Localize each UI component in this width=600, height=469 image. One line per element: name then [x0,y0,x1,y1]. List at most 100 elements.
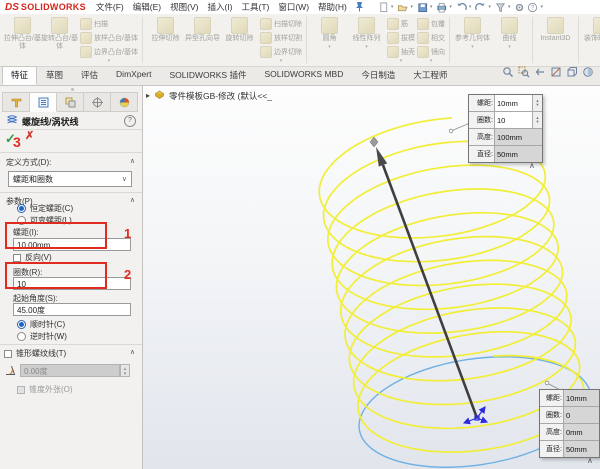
revolutions-callout-label: 圈数: [469,112,495,128]
dropdown-caret-icon[interactable]: ▾ [449,4,452,10]
selection-filter-icon[interactable] [495,2,506,13]
menu-view[interactable]: 视图(V) [170,1,198,13]
zoom-to-area-icon[interactable] [518,65,530,83]
taper-helix-checkbox[interactable]: 锥形螺纹线(T) [4,348,66,359]
tab-evaluate[interactable]: 评估 [72,66,107,85]
linear-pattern-button[interactable]: 线性阵列▾ [348,17,385,51]
menu-window[interactable]: 窗口(W) [278,1,309,13]
pitch-callout-value[interactable]: 10mm [495,95,532,111]
dropdown-caret-icon[interactable]: ▾ [430,4,433,10]
cancel-button[interactable]: ✗ [25,129,34,142]
collapse-top-callout-icon[interactable]: ∧ [529,161,535,170]
reference-geometry-button[interactable]: 参考几何体▾ [454,17,491,51]
define-by-dropdown[interactable]: 螺距和圈数 ∨ [8,171,132,187]
collapse-taper-icon[interactable]: ∧ [130,348,135,356]
redo-icon[interactable] [475,2,486,13]
revolutions-callout-value[interactable]: 10 [495,112,532,128]
pin-icon[interactable] [355,1,364,14]
annotation-1: 1 [124,226,131,241]
previous-view-icon[interactable] [534,65,546,83]
extrude-boss-button[interactable]: 拉伸凸台/基体 [4,17,41,51]
spinner-icon[interactable]: ▲▼ [532,95,542,111]
tab-senior-engineer[interactable]: 大工程师 [404,66,456,85]
dropdown-caret-icon[interactable]: ▾ [508,4,511,10]
mirror-button[interactable]: 镜向 [417,45,445,59]
help-icon[interactable]: ? [527,2,538,13]
dimxpertmanager-tab[interactable] [84,92,111,112]
section-view-icon[interactable] [550,65,562,83]
print-icon[interactable] [436,2,447,13]
rib-button[interactable]: 筋 [387,17,415,31]
define-by-label: 定义方式(D): [6,157,51,168]
intersect-button[interactable]: 相交 [417,31,445,45]
shell-button[interactable]: 抽壳 [387,45,415,59]
tab-today-manufacturing[interactable]: 今日制造 [352,66,404,85]
dropdown-caret-icon[interactable]: ▾ [488,4,491,10]
configurationmanager-tab[interactable] [57,92,84,112]
display-style-icon[interactable] [582,65,594,83]
boundary-boss-button[interactable]: 边界凸台/基体 [80,45,138,59]
tab-features[interactable]: 特征 [2,66,37,85]
menu-items: 文件(F) 编辑(E) 视图(V) 插入(I) 工具(T) 窗口(W) 帮助(H) [96,1,347,13]
tab-sketch[interactable]: 草图 [37,66,72,85]
wrap-button[interactable]: 包覆 [417,17,445,31]
solidworks-window: DS SOLIDWORKS 文件(F)编辑(E)视图(V)插入(I)工具(T)窗… [0,0,600,469]
fillet-button[interactable]: 圆角▾ [311,17,348,51]
propertymanager-tab[interactable] [30,92,57,112]
dropdown-caret-icon: ▾ [80,59,138,65]
instant3d-button[interactable]: Instant3D [537,17,574,43]
draft-button[interactable]: 拔模 [387,31,415,45]
dropdown-caret-icon[interactable]: ▾ [391,4,394,10]
curves-button[interactable]: 曲线▾ [491,17,528,51]
options-icon[interactable] [514,2,525,13]
open-icon[interactable] [397,2,408,13]
view-orientation-icon[interactable] [566,65,578,83]
spinner-icon[interactable]: ▲▼ [532,112,542,128]
collapse-parameters-icon[interactable]: ∧ [130,196,135,204]
menu-insert[interactable]: 插入(I) [207,1,232,13]
dropdown-caret-icon[interactable]: ▾ [469,4,472,10]
menu-tools[interactable]: 工具(T) [241,1,269,13]
clockwise-radio[interactable]: 顺时针(C) [17,319,65,330]
revolve-boss-button[interactable]: 旋转凸台/基体 [41,17,78,51]
loft-boss-button[interactable]: 放样凸台/基体 [80,31,138,45]
start-angle-input[interactable]: 45.00度 [13,303,131,316]
constant-pitch-radio[interactable]: 恒定螺距(C) [17,203,73,214]
graphics-area[interactable]: ▸ 零件模板GB-修改 (默认<<_ 螺距:10mm▲▼圈数:10▲▼高度:10… [143,86,600,469]
boundary-cut-button[interactable]: 边界切除 [260,45,302,59]
revolve-cut-button[interactable]: 旋转切除 [221,17,258,43]
ribbon-group: Instant3D [533,17,579,63]
tab-dimxpert[interactable]: DimXpert [107,66,160,85]
featuremanager-tab[interactable] [2,92,30,112]
taper-angle-spinner: ▲▼ [120,364,130,377]
dropdown-caret-icon[interactable]: ▾ [540,4,543,10]
menu-help[interactable]: 帮助(H) [318,1,347,13]
cosmetic-thread-button[interactable]: 装饰螺纹线 [583,17,600,43]
new-icon[interactable] [378,2,389,13]
revolutions-callout-row: 圈数:0 [540,407,599,424]
diameter-callout-value: 50mm [564,441,599,457]
dropdown-caret-icon: ▾ [471,43,474,51]
loft-cut-button[interactable]: 放样切割 [260,31,302,45]
sweep-button[interactable]: 扫描 [80,17,138,31]
mirror-icon [417,46,429,58]
save-icon[interactable] [417,2,428,13]
expand-tree-icon[interactable]: ▸ [146,91,150,100]
tab-solidworks-addins[interactable]: SOLIDWORKS 插件 [160,66,255,85]
zoom-to-fit-icon[interactable] [502,65,514,83]
collapse-bottom-callout-icon[interactable]: ∧ [587,456,593,465]
hole-wizard-button[interactable]: 异型孔向导 [184,17,221,43]
extrude-cut-button[interactable]: 拉伸切除 [147,17,184,43]
counterclockwise-radio[interactable]: 逆时针(W) [17,331,67,342]
menu-edit[interactable]: 编辑(E) [133,1,161,13]
dropdown-caret-icon: ▾ [387,59,415,65]
sweep-cut-button[interactable]: 扫描切除 [260,17,302,31]
dropdown-caret-icon[interactable]: ▾ [410,4,413,10]
menu-file[interactable]: 文件(F) [96,1,124,13]
displaymanager-tab[interactable] [111,92,138,112]
undo-icon[interactable] [456,2,467,13]
revolve-boss-icon [51,17,68,34]
collapse-define-by-icon[interactable]: ∧ [130,157,135,165]
help-icon[interactable]: ? [124,115,136,127]
tab-solidworks-mbd[interactable]: SOLIDWORKS MBD [255,66,352,85]
